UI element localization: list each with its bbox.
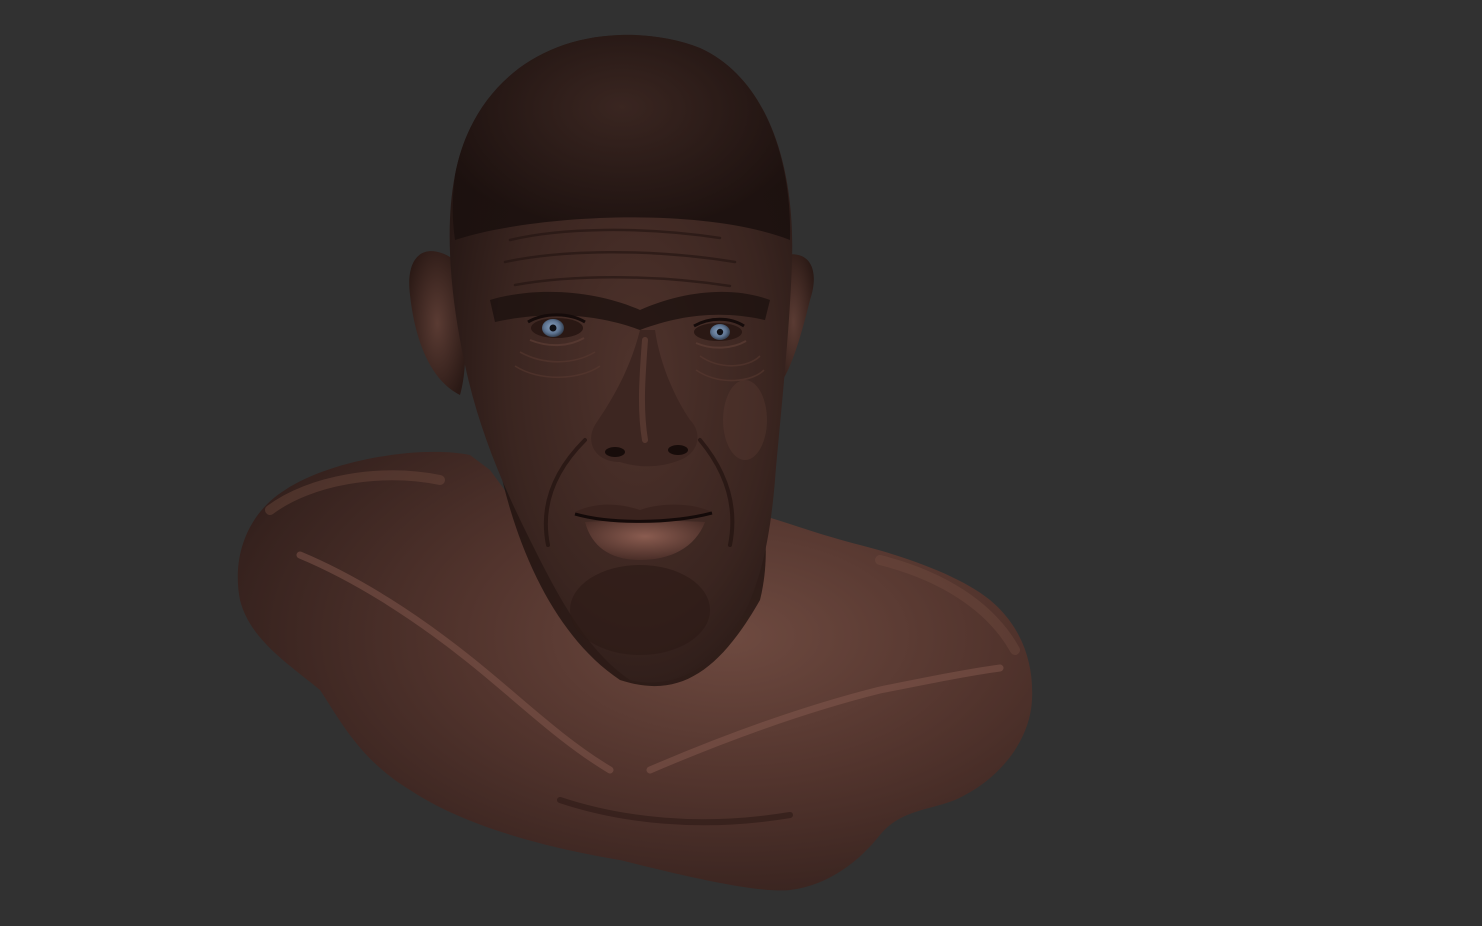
nostril-left [605, 447, 625, 457]
cranium-shade [452, 34, 791, 241]
sculpt-viewport[interactable] [0, 0, 1482, 926]
bust-render [237, 34, 1033, 891]
nose-highlight [638, 337, 648, 443]
cheek-highlight-right [723, 380, 767, 460]
chin [570, 565, 710, 655]
nostril-right [668, 445, 688, 455]
